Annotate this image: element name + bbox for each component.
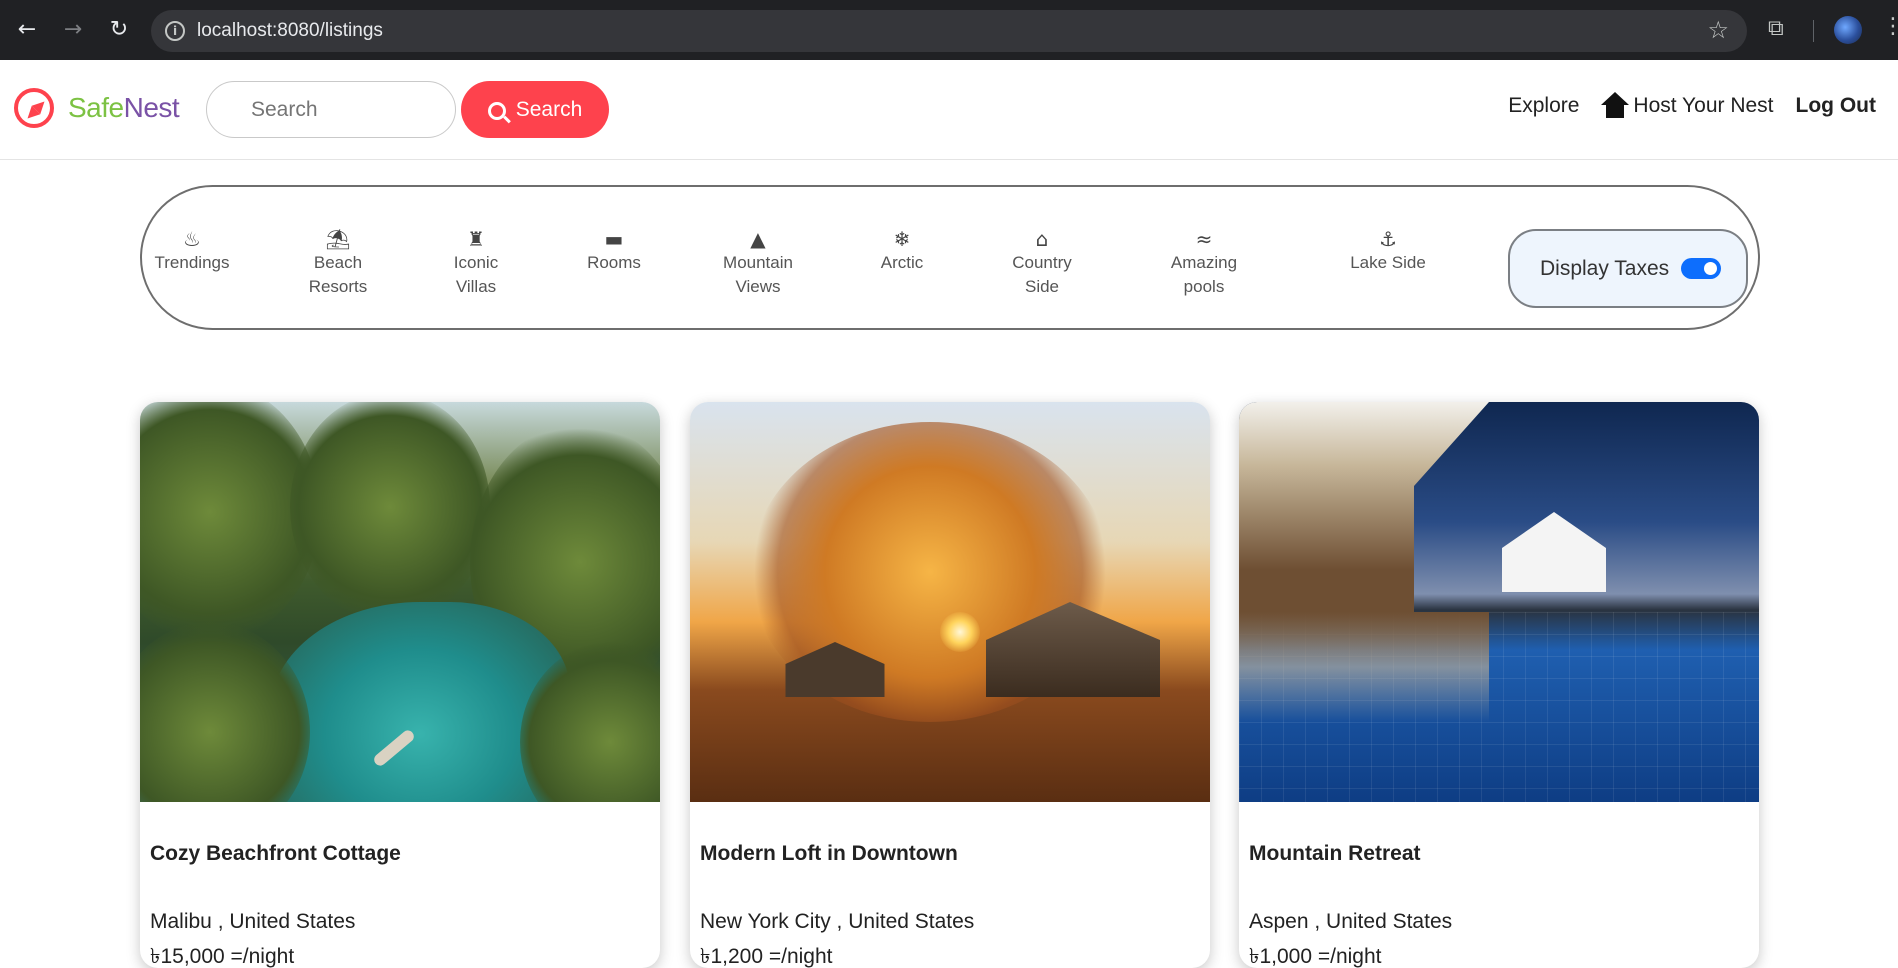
search-button-label: Search	[515, 97, 583, 121]
filter-lake-side[interactable]: ⚓ Lake Side	[1328, 227, 1448, 275]
brand-name: SafeNest	[68, 92, 180, 124]
brand-name-safe: Safe	[68, 92, 124, 123]
category-filters: ♨ Trendings ⛱ Beach Resorts ♜ Iconic Vil…	[140, 185, 1760, 330]
site-info-icon[interactable]: i	[165, 21, 185, 41]
house-icon	[1601, 92, 1630, 120]
filter-label-line2: Side	[1024, 277, 1060, 296]
snowflake-icon: ❄	[893, 227, 911, 251]
filter-label: Lake Side	[1350, 253, 1426, 272]
filter-label: Trendings	[154, 253, 230, 272]
nav-host-link[interactable]: Host Your Nest	[1601, 92, 1774, 120]
url-text[interactable]: localhost:8080/listings	[197, 20, 383, 42]
listing-location: Aspen , United States	[1249, 910, 1453, 933]
nav-logout-link[interactable]: Log Out	[1796, 94, 1876, 118]
bookmark-star-icon[interactable]: ☆	[1707, 16, 1729, 44]
filter-label: Arctic	[880, 253, 924, 272]
filter-amazing-pools[interactable]: ≈ Amazing pools	[1144, 227, 1264, 299]
filter-mountain-views[interactable]: ▲ Mountain Views	[698, 227, 818, 299]
filter-label: Beach	[313, 253, 363, 272]
listing-title: Cozy Beachfront Cottage	[150, 842, 401, 865]
search-button[interactable]: Search	[461, 81, 609, 138]
address-bar[interactable]: i localhost:8080/listings ☆	[151, 10, 1747, 52]
filter-rooms[interactable]: ▬ Rooms	[554, 227, 674, 275]
listing-price: ৳1,000 =/night	[1249, 945, 1382, 968]
listing-location: Malibu , United States	[150, 910, 356, 933]
anchor-icon: ⚓	[1379, 227, 1397, 251]
umbrella-beach-icon: ⛱	[325, 227, 351, 251]
filter-country-side[interactable]: ⌂ Country Side	[982, 227, 1102, 299]
listing-card[interactable]: Modern Loft in Downtown New York City , …	[690, 402, 1210, 968]
house-icon: ⌂	[1035, 227, 1049, 251]
profile-avatar[interactable]	[1834, 16, 1862, 44]
display-taxes-label: Display Taxes	[1540, 256, 1670, 280]
app-navbar: SafeNest Search Explore Host Your Nest L…	[0, 60, 1898, 160]
toggle-switch[interactable]	[1681, 258, 1722, 279]
filter-label-line2: Villas	[455, 277, 497, 296]
brand-name-nest: Nest	[123, 92, 180, 123]
nav-links: Explore Host Your Nest Log Out	[1486, 92, 1876, 120]
nav-host-label: Host Your Nest	[1633, 94, 1774, 117]
fire-icon: ♨	[183, 227, 201, 251]
search-icon	[487, 101, 506, 120]
filter-label: Country	[1012, 253, 1072, 272]
nav-explore-link[interactable]: Explore	[1508, 94, 1579, 118]
mountain-icon: ▲	[750, 227, 766, 251]
listing-photo	[690, 402, 1210, 802]
filter-label: Mountain	[723, 253, 793, 272]
filter-label: Rooms	[587, 253, 641, 272]
filter-trendings[interactable]: ♨ Trendings	[132, 227, 252, 275]
listing-location: New York City , United States	[700, 910, 975, 933]
listing-price: ৳1,200 =/night	[700, 945, 833, 968]
bed-icon: ▬	[604, 227, 624, 251]
listing-title: Mountain Retreat	[1249, 842, 1421, 865]
listing-card[interactable]: Cozy Beachfront Cottage Malibu , United …	[140, 402, 660, 968]
filter-beach-resorts[interactable]: ⛱ Beach Resorts	[278, 227, 398, 299]
filter-iconic-villas[interactable]: ♜ Iconic Villas	[416, 227, 536, 299]
filter-label-line2: Resorts	[308, 277, 368, 296]
toolbar-divider	[1813, 20, 1814, 42]
compass-icon	[14, 88, 54, 128]
swimmer-icon: ≈	[1195, 227, 1213, 251]
forward-icon[interactable]: →	[58, 14, 88, 44]
filter-label-line2: pools	[1183, 277, 1225, 296]
brand-logo[interactable]: SafeNest	[14, 88, 180, 128]
filter-arctic[interactable]: ❄ Arctic	[842, 227, 962, 275]
filter-label: Iconic	[453, 253, 499, 272]
browser-toolbar: ← → ↻ i localhost:8080/listings ☆ ⧉ ⋮	[0, 0, 1898, 60]
listing-card[interactable]: Mountain Retreat Aspen , United States ৳…	[1239, 402, 1759, 968]
filter-label-line2: Views	[735, 277, 781, 296]
castle-icon: ♜	[467, 227, 485, 251]
search-input[interactable]	[206, 81, 456, 138]
listing-price: ৳15,000 =/night	[150, 945, 295, 968]
listing-photo	[1239, 402, 1759, 802]
listing-photo	[140, 402, 660, 802]
display-taxes-toggle[interactable]: Display Taxes	[1508, 229, 1748, 308]
extensions-icon[interactable]: ⧉	[1768, 16, 1794, 42]
filter-label: Amazing	[1170, 253, 1238, 272]
listing-title: Modern Loft in Downtown	[700, 842, 958, 865]
reload-icon[interactable]: ↻	[104, 14, 134, 44]
browser-menu-icon[interactable]: ⋮	[1882, 14, 1898, 39]
back-icon[interactable]: ←	[12, 14, 42, 44]
